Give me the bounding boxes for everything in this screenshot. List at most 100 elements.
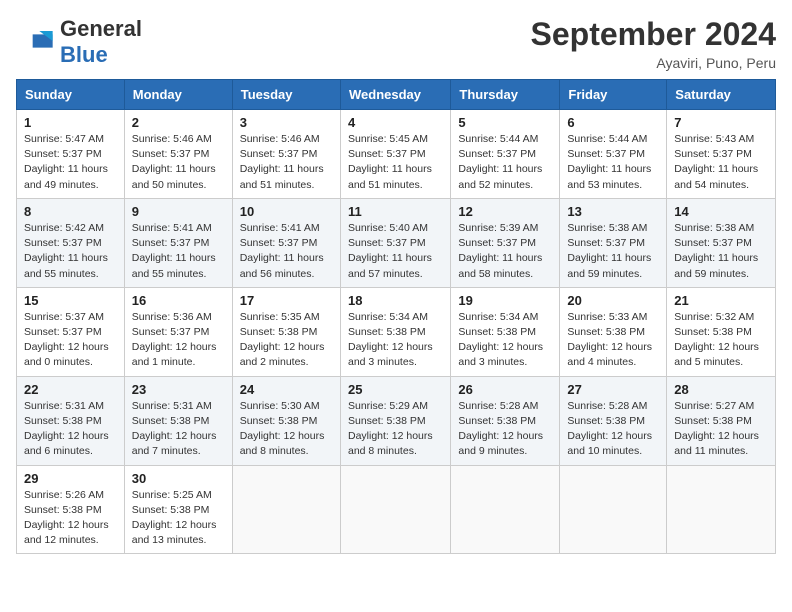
calendar-cell: 13 Sunrise: 5:38 AMSunset: 5:37 PMDayligh…	[560, 198, 667, 287]
calendar-week-row: 15 Sunrise: 5:37 AMSunset: 5:37 PMDayligh…	[17, 287, 776, 376]
month-title: September 2024	[531, 16, 776, 53]
day-number: 21	[674, 293, 768, 308]
day-info: Sunrise: 5:39 AMSunset: 5:37 PMDaylight:…	[458, 221, 552, 282]
day-number: 10	[240, 204, 333, 219]
day-info: Sunrise: 5:45 AMSunset: 5:37 PMDaylight:…	[348, 132, 443, 193]
weekday-header: Wednesday	[340, 80, 450, 110]
calendar-cell: 23Sunrise: 5:31 AMSunset: 5:38 PMDayligh…	[124, 376, 232, 465]
calendar-table: SundayMondayTuesdayWednesdayThursdayFrid…	[16, 79, 776, 554]
header-row: SundayMondayTuesdayWednesdayThursdayFrid…	[17, 80, 776, 110]
calendar-cell: 11 Sunrise: 5:40 AMSunset: 5:37 PMDayligh…	[340, 198, 450, 287]
day-number: 7	[674, 115, 768, 130]
weekday-header: Saturday	[667, 80, 776, 110]
day-info: Sunrise: 5:30 AMSunset: 5:38 PMDaylight:…	[240, 399, 333, 460]
calendar-cell: 28 Sunrise: 5:27 AMSunset: 5:38 PMDayligh…	[667, 376, 776, 465]
day-info: Sunrise: 5:36 AMSunset: 5:37 PMDaylight:…	[132, 310, 225, 371]
calendar-cell	[560, 465, 667, 554]
day-number: 6	[567, 115, 659, 130]
day-info: Sunrise: 5:27 AMSunset: 5:38 PMDaylight:…	[674, 399, 768, 460]
header: General Blue September 2024 Ayaviri, Pun…	[16, 16, 776, 71]
calendar-cell: 7 Sunrise: 5:43 AMSunset: 5:37 PMDaylight…	[667, 110, 776, 199]
calendar-cell: 1 Sunrise: 5:47 AMSunset: 5:37 PMDaylight…	[17, 110, 125, 199]
day-number: 12	[458, 204, 552, 219]
day-info: Sunrise: 5:41 AMSunset: 5:37 PMDaylight:…	[240, 221, 333, 282]
day-number: 27	[567, 382, 659, 397]
logo-text: General Blue	[60, 16, 142, 68]
day-info: Sunrise: 5:44 AMSunset: 5:37 PMDaylight:…	[458, 132, 552, 193]
day-info: Sunrise: 5:28 AMSunset: 5:38 PMDaylight:…	[458, 399, 552, 460]
day-number: 15	[24, 293, 117, 308]
calendar-cell	[667, 465, 776, 554]
logo-icon	[16, 31, 56, 51]
calendar-cell: 16Sunrise: 5:36 AMSunset: 5:37 PMDayligh…	[124, 287, 232, 376]
calendar-cell: 8Sunrise: 5:42 AMSunset: 5:37 PMDaylight…	[17, 198, 125, 287]
day-info: Sunrise: 5:31 AMSunset: 5:38 PMDaylight:…	[132, 399, 225, 460]
day-info: Sunrise: 5:35 AMSunset: 5:38 PMDaylight:…	[240, 310, 333, 371]
day-number: 26	[458, 382, 552, 397]
day-number: 22	[24, 382, 117, 397]
calendar-cell: 3 Sunrise: 5:46 AMSunset: 5:37 PMDaylight…	[232, 110, 340, 199]
day-number: 3	[240, 115, 333, 130]
weekday-header: Friday	[560, 80, 667, 110]
calendar-cell: 14Sunrise: 5:38 AMSunset: 5:37 PMDayligh…	[667, 198, 776, 287]
calendar-cell: 9Sunrise: 5:41 AMSunset: 5:37 PMDaylight…	[124, 198, 232, 287]
calendar-week-row: 8Sunrise: 5:42 AMSunset: 5:37 PMDaylight…	[17, 198, 776, 287]
calendar-cell: 20 Sunrise: 5:33 AMSunset: 5:38 PMDayligh…	[560, 287, 667, 376]
calendar-cell: 27 Sunrise: 5:28 AMSunset: 5:38 PMDayligh…	[560, 376, 667, 465]
day-info: Sunrise: 5:37 AMSunset: 5:37 PMDaylight:…	[24, 310, 117, 371]
title-area: September 2024 Ayaviri, Puno, Peru	[531, 16, 776, 71]
weekday-header: Tuesday	[232, 80, 340, 110]
day-info: Sunrise: 5:40 AMSunset: 5:37 PMDaylight:…	[348, 221, 443, 282]
day-number: 30	[132, 471, 225, 486]
calendar-cell: 21 Sunrise: 5:32 AMSunset: 5:38 PMDayligh…	[667, 287, 776, 376]
day-info: Sunrise: 5:28 AMSunset: 5:38 PMDaylight:…	[567, 399, 659, 460]
calendar-cell: 30Sunrise: 5:25 AMSunset: 5:38 PMDayligh…	[124, 465, 232, 554]
day-info: Sunrise: 5:43 AMSunset: 5:37 PMDaylight:…	[674, 132, 768, 193]
calendar-cell	[232, 465, 340, 554]
location-title: Ayaviri, Puno, Peru	[531, 55, 776, 71]
day-number: 20	[567, 293, 659, 308]
day-info: Sunrise: 5:44 AMSunset: 5:37 PMDaylight:…	[567, 132, 659, 193]
calendar-body: 1 Sunrise: 5:47 AMSunset: 5:37 PMDaylight…	[17, 110, 776, 554]
calendar-cell	[340, 465, 450, 554]
day-number: 9	[132, 204, 225, 219]
day-number: 11	[348, 204, 443, 219]
day-number: 1	[24, 115, 117, 130]
day-number: 5	[458, 115, 552, 130]
calendar-cell: 26 Sunrise: 5:28 AMSunset: 5:38 PMDayligh…	[451, 376, 560, 465]
calendar-cell: 6 Sunrise: 5:44 AMSunset: 5:37 PMDaylight…	[560, 110, 667, 199]
calendar-cell: 19Sunrise: 5:34 AMSunset: 5:38 PMDayligh…	[451, 287, 560, 376]
calendar-cell: 18Sunrise: 5:34 AMSunset: 5:38 PMDayligh…	[340, 287, 450, 376]
weekday-header: Monday	[124, 80, 232, 110]
day-number: 28	[674, 382, 768, 397]
logo-area: General Blue	[16, 16, 142, 68]
day-info: Sunrise: 5:32 AMSunset: 5:38 PMDaylight:…	[674, 310, 768, 371]
calendar-cell: 12 Sunrise: 5:39 AMSunset: 5:37 PMDayligh…	[451, 198, 560, 287]
calendar-cell: 17 Sunrise: 5:35 AMSunset: 5:38 PMDayligh…	[232, 287, 340, 376]
day-info: Sunrise: 5:46 AMSunset: 5:37 PMDaylight:…	[240, 132, 333, 193]
day-info: Sunrise: 5:26 AMSunset: 5:38 PMDaylight:…	[24, 488, 117, 549]
calendar-week-row: 29Sunrise: 5:26 AMSunset: 5:38 PMDayligh…	[17, 465, 776, 554]
calendar-cell: 2 Sunrise: 5:46 AMSunset: 5:37 PMDaylight…	[124, 110, 232, 199]
day-number: 4	[348, 115, 443, 130]
calendar-header: SundayMondayTuesdayWednesdayThursdayFrid…	[17, 80, 776, 110]
calendar-cell: 25Sunrise: 5:29 AMSunset: 5:38 PMDayligh…	[340, 376, 450, 465]
calendar-cell: 29Sunrise: 5:26 AMSunset: 5:38 PMDayligh…	[17, 465, 125, 554]
page-container: General Blue September 2024 Ayaviri, Pun…	[16, 16, 776, 554]
calendar-week-row: 22 Sunrise: 5:31 AMSunset: 5:38 PMDayligh…	[17, 376, 776, 465]
day-number: 14	[674, 204, 768, 219]
weekday-header: Thursday	[451, 80, 560, 110]
day-number: 17	[240, 293, 333, 308]
day-info: Sunrise: 5:38 AMSunset: 5:37 PMDaylight:…	[567, 221, 659, 282]
day-number: 18	[348, 293, 443, 308]
day-info: Sunrise: 5:42 AMSunset: 5:37 PMDaylight:…	[24, 221, 117, 282]
calendar-cell	[451, 465, 560, 554]
calendar-cell: 24Sunrise: 5:30 AMSunset: 5:38 PMDayligh…	[232, 376, 340, 465]
day-info: Sunrise: 5:33 AMSunset: 5:38 PMDaylight:…	[567, 310, 659, 371]
day-info: Sunrise: 5:47 AMSunset: 5:37 PMDaylight:…	[24, 132, 117, 193]
day-number: 13	[567, 204, 659, 219]
day-info: Sunrise: 5:46 AMSunset: 5:37 PMDaylight:…	[132, 132, 225, 193]
logo-row: General Blue	[16, 16, 142, 68]
calendar-week-row: 1 Sunrise: 5:47 AMSunset: 5:37 PMDaylight…	[17, 110, 776, 199]
day-number: 2	[132, 115, 225, 130]
